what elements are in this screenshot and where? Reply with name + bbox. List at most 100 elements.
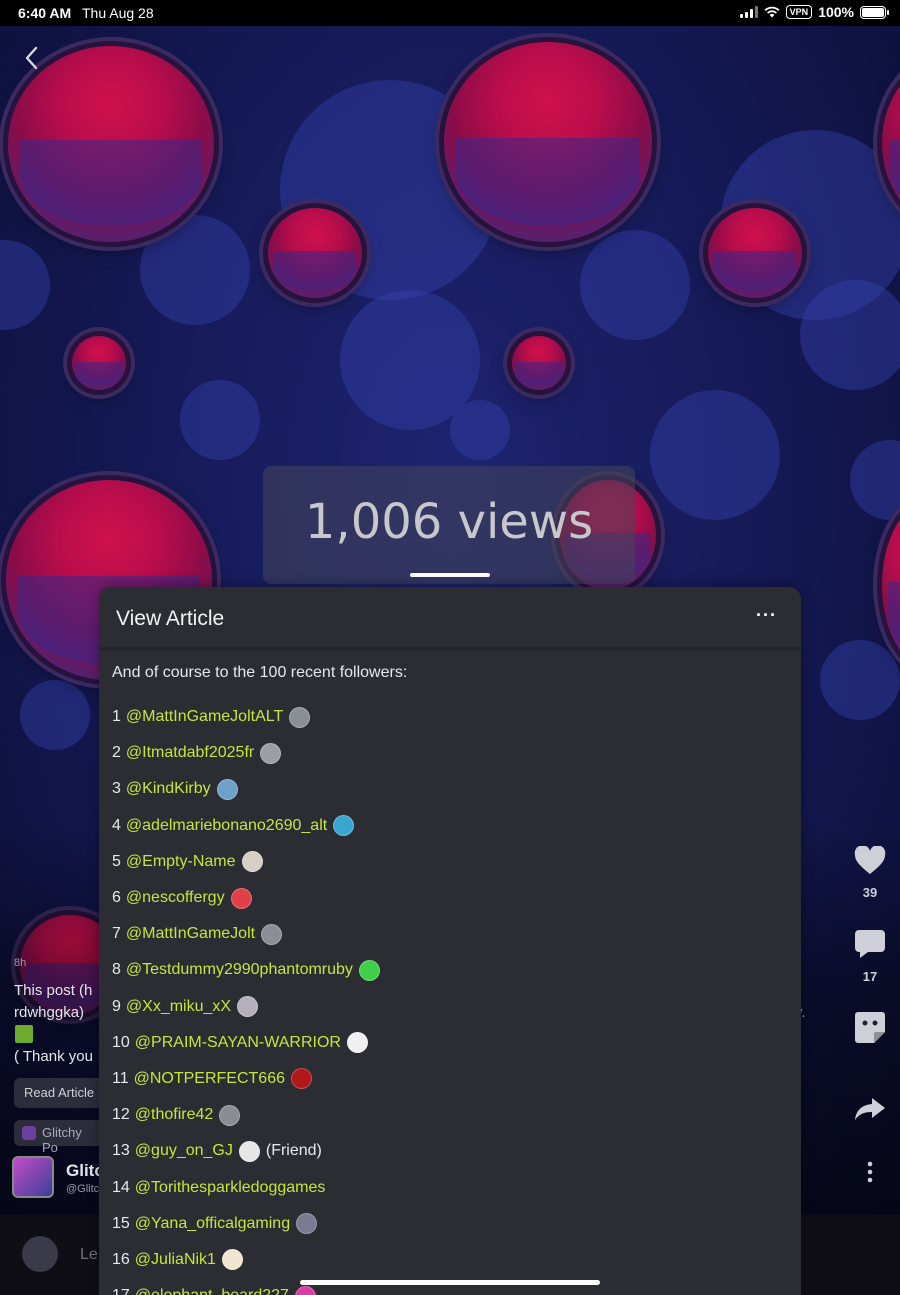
list-item: 16 @JuliaNik1 (112, 1242, 380, 1278)
author-avatar[interactable] (12, 1156, 54, 1198)
share-arrow-icon[interactable] (854, 1096, 886, 1122)
status-time: 6:40 AM (18, 5, 72, 21)
follower-rank: 13 (112, 1142, 130, 1160)
share-action[interactable] (850, 1096, 890, 1127)
follower-list: 1 @MattInGameJoltALT 2 @Itmatdabf2025fr 3 @Ki… (112, 699, 380, 1295)
follower-handle-link[interactable]: @MattInGameJolt (126, 925, 255, 943)
follower-handle-link[interactable]: @guy_on_GJ (135, 1142, 233, 1160)
current-user-avatar (22, 1236, 58, 1272)
follower-avatar (241, 851, 263, 873)
follower-handle-link[interactable]: @JuliaNik1 (135, 1251, 216, 1269)
follower-handle-link[interactable]: @nescoffergy (126, 889, 225, 907)
list-item: 1 @MattInGameJoltALT (112, 699, 380, 735)
list-item: 12 @thofire42 (112, 1097, 380, 1133)
list-item: 6 @nescoffergy (112, 880, 380, 916)
caption-emoji-icon (15, 1025, 33, 1043)
follower-avatar (333, 815, 355, 837)
follower-avatar (238, 1140, 260, 1162)
post-caption-line: rdwhggka) (14, 1004, 85, 1021)
battery-percentage: 100% (818, 4, 854, 20)
list-item: 9 @Xx_miku_xX (112, 989, 380, 1025)
sheet-drag-handle[interactable] (410, 573, 490, 577)
post-age: 8h (14, 957, 27, 969)
follower-handle-link[interactable]: @Testdummy2990phantomruby (126, 961, 353, 979)
list-item: 3 @KindKirby (112, 771, 380, 807)
follower-handle-link[interactable]: @Empty-Name (126, 853, 236, 871)
follower-rank: 2 (112, 744, 121, 762)
follower-rank: 16 (112, 1250, 130, 1268)
status-date: Thu Aug 28 (82, 5, 154, 21)
follower-rank: 7 (112, 925, 121, 943)
follower-rank: 12 (112, 1106, 130, 1124)
back-chevron-icon[interactable] (20, 44, 44, 72)
view-article-sheet: View Article ··· And of course to the 10… (99, 587, 801, 1295)
status-indicators: VPN 100% (739, 4, 889, 20)
more-options-action[interactable] (850, 1160, 890, 1189)
comment-count: 17 (862, 969, 878, 984)
list-item: 13 @guy_on_GJ (Friend) (112, 1133, 380, 1169)
more-options-button[interactable]: ··· (756, 605, 777, 626)
follower-handle-link[interactable]: @KindKirby (126, 780, 211, 798)
follower-avatar (237, 996, 259, 1018)
list-item: 7 @MattInGameJolt (112, 916, 380, 952)
follower-avatar (289, 706, 311, 728)
comment-bubble-icon[interactable] (854, 928, 886, 960)
home-indicator (300, 1280, 600, 1285)
follower-avatar (291, 1068, 312, 1090)
follower-handle-link[interactable]: @Itmatdabf2025fr (126, 744, 254, 762)
follower-avatar (294, 1285, 316, 1295)
vpn-badge: VPN (785, 5, 813, 19)
author-handle: @Glitc (66, 1183, 100, 1195)
follower-handle-link[interactable]: @NOTPERFECT666 (134, 1070, 285, 1088)
follower-rank: 3 (112, 780, 121, 798)
follower-rank: 4 (112, 816, 121, 834)
follower-rank: 8 (112, 961, 121, 979)
heart-icon[interactable] (854, 845, 886, 876)
follower-handle-link[interactable]: @Torithesparkledoggames (135, 1179, 326, 1197)
follower-handle-link[interactable]: @Xx_miku_xX (126, 998, 231, 1016)
like-action[interactable]: 39 (850, 845, 890, 900)
follower-rank: 17 (112, 1287, 130, 1295)
follower-avatar (230, 887, 252, 909)
sticker-action[interactable] (850, 1010, 890, 1049)
follower-rank: 6 (112, 889, 121, 907)
follower-rank: 1 (112, 708, 121, 726)
follower-avatar (221, 1249, 243, 1271)
follower-avatar (260, 742, 282, 764)
follower-handle-link[interactable]: @PRAIM-SAYAN-WARRIOR (135, 1034, 341, 1052)
list-item: 11 @NOTPERFECT666 (112, 1061, 380, 1097)
follower-avatar (261, 923, 283, 945)
sticker-icon[interactable] (854, 1010, 886, 1044)
list-item: 10 @PRAIM-SAYAN-WARRIOR (112, 1025, 380, 1061)
comment-action[interactable]: 17 (850, 928, 890, 984)
post-caption-line: This post (h (14, 982, 93, 999)
follower-avatar (346, 1032, 368, 1054)
follower-rank: 9 (112, 997, 121, 1015)
follower-rank: 14 (112, 1178, 130, 1196)
follower-handle-link[interactable]: @adelmariebonano2690_alt (126, 817, 327, 835)
sheet-divider (99, 647, 801, 650)
follower-rank: 5 (112, 852, 121, 870)
follower-avatar (216, 778, 238, 800)
views-count: 1,006 views (304, 494, 594, 550)
vertical-ellipsis-icon[interactable] (866, 1160, 874, 1184)
like-count: 39 (862, 885, 878, 900)
follower-note: (Friend) (265, 1142, 322, 1160)
comment-input[interactable]: Le (80, 1246, 98, 1264)
list-item: 4 @adelmariebonano2690_alt (112, 808, 380, 844)
cellular-signal-icon (739, 6, 758, 18)
follower-avatar (358, 959, 380, 981)
follower-avatar (296, 1213, 318, 1235)
list-item: 2 @Itmatdabf2025fr (112, 735, 380, 771)
list-item: 5 @Empty-Name (112, 844, 380, 880)
follower-rank: 11 (112, 1069, 129, 1087)
follower-rank: 15 (112, 1214, 130, 1232)
sheet-title: View Article (116, 607, 225, 630)
battery-icon (860, 5, 889, 19)
follower-handle-link[interactable]: @MattInGameJoltALT (126, 708, 283, 726)
list-item: 14 @Torithesparkledoggames (112, 1169, 380, 1205)
follower-handle-link[interactable]: @thofire42 (135, 1106, 214, 1124)
follower-handle-link[interactable]: @elephant_beard227 (135, 1287, 289, 1295)
article-intro-text: And of course to the 100 recent follower… (112, 664, 408, 681)
follower-handle-link[interactable]: @Yana_officalgaming (135, 1215, 290, 1233)
